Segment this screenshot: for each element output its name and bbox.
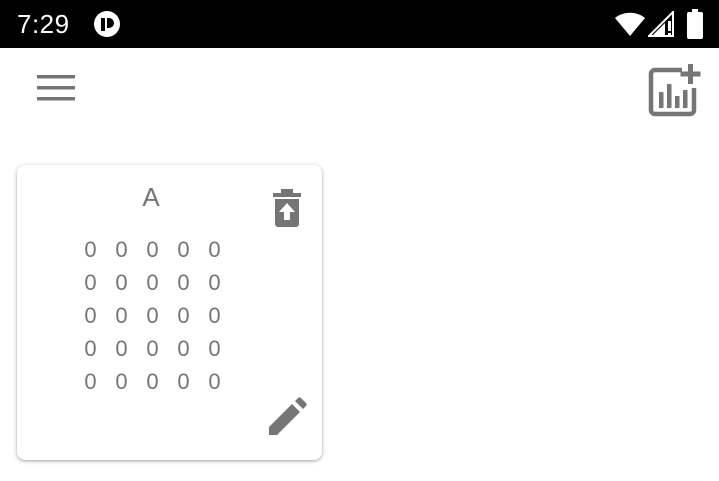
add-chart-icon[interactable] [646,62,704,120]
matrix-cell: 0 [146,303,159,328]
matrix-cell: 0 [84,303,97,328]
matrix-cell: 0 [208,237,221,262]
matrix-grid: 0 0 0 0 0 0 0 0 0 0 0 0 0 0 0 0 0 0 0 0 … [75,233,230,398]
menu-icon[interactable] [30,66,82,110]
battery-icon [687,9,703,39]
matrix-cell: 0 [84,270,97,295]
matrix-cell: 0 [146,369,159,394]
matrix-cell: 0 [208,369,221,394]
matrix-cell: 0 [208,336,221,361]
matrix-cell: 0 [177,303,190,328]
matrix-cell: 0 [208,303,221,328]
matrix-cell: 0 [84,237,97,262]
matrix-cell: 0 [115,336,128,361]
delete-icon[interactable] [270,188,304,228]
edit-pencil-icon[interactable] [265,397,307,439]
toolbar [0,48,719,130]
matrix-cell: 0 [146,336,159,361]
app-notification-icon [94,11,120,37]
matrix-cell: 0 [146,237,159,262]
matrix-card[interactable]: A 0 0 0 0 0 0 0 0 0 0 0 0 0 0 0 0 0 0 0 … [17,165,322,460]
matrix-cell: 0 [115,303,128,328]
matrix-cell: 0 [115,237,128,262]
card-title: A [142,182,160,212]
matrix-cell: 0 [115,369,128,394]
matrix-cell: 0 [84,336,97,361]
matrix-cell: 0 [84,369,97,394]
wifi-icon [615,12,645,36]
status-time: 7:29 [17,9,70,39]
matrix-cell: 0 [177,237,190,262]
matrix-cell: 0 [208,270,221,295]
matrix-cell: 0 [177,270,190,295]
matrix-cell: 0 [177,369,190,394]
matrix-cell: 0 [115,270,128,295]
matrix-cell: 0 [177,336,190,361]
status-bar: 7:29 [0,0,719,48]
cellular-signal-icon [648,11,674,37]
matrix-cell: 0 [146,270,159,295]
